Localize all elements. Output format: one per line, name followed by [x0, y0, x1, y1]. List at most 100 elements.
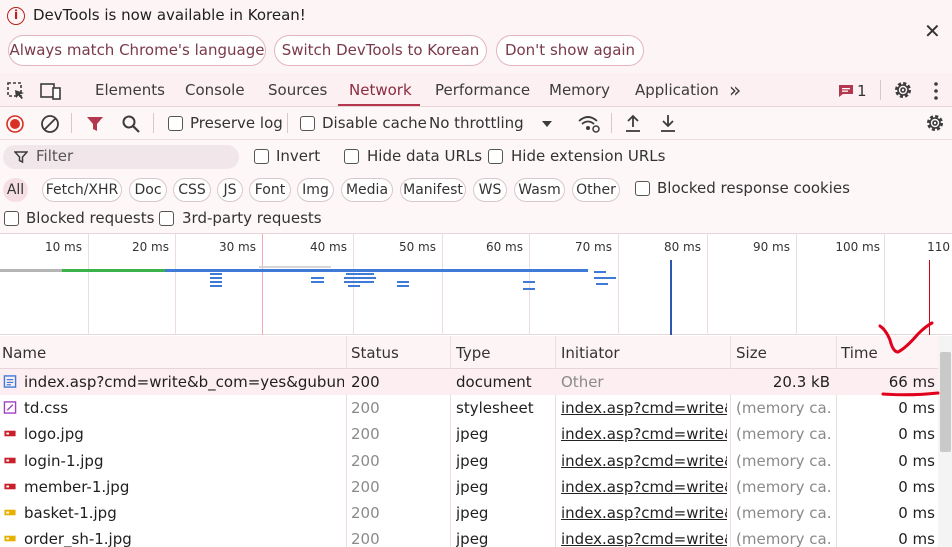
- request-type: jpeg: [456, 504, 489, 522]
- blocked-requests-label[interactable]: Blocked requests: [26, 209, 154, 227]
- request-size: (memory ca...: [736, 399, 830, 418]
- request-initiator[interactable]: index.asp?cmd=write&b: [561, 452, 727, 470]
- network-settings-gear-icon[interactable]: [925, 113, 945, 133]
- type-filter-media[interactable]: Media: [341, 178, 393, 202]
- waterfall-bar: [523, 288, 535, 290]
- devtools-tabbar: Elements Console Sources Network Perform…: [0, 73, 952, 107]
- import-har-icon[interactable]: [624, 113, 642, 133]
- table-row[interactable]: member-1.jpg 200 jpeg index.asp?cmd=write&b…: [0, 474, 938, 500]
- request-name: login-1.jpg: [24, 451, 104, 470]
- invert-checkbox[interactable]: [254, 149, 269, 164]
- column-header-initiator[interactable]: Initiator: [561, 344, 620, 362]
- image-icon: [4, 431, 16, 437]
- info-icon: i: [7, 7, 25, 25]
- type-filter-ws[interactable]: WS: [473, 178, 507, 202]
- request-name: member-1.jpg: [24, 477, 130, 496]
- export-har-icon[interactable]: [659, 113, 677, 133]
- table-row[interactable]: order_sh-1.jpg 200 jpeg index.asp?cmd=write…: [0, 526, 938, 547]
- search-icon[interactable]: [121, 114, 141, 134]
- table-row[interactable]: logo.jpg 200 jpeg index.asp?cmd=write&b (mem…: [0, 421, 938, 447]
- hide-data-urls-label[interactable]: Hide data URLs: [367, 147, 482, 165]
- tab-performance[interactable]: Performance: [435, 81, 530, 99]
- blocked-response-cookies-label[interactable]: Blocked response cookies: [657, 179, 850, 197]
- request-initiator[interactable]: index.asp?cmd=write&b: [561, 399, 727, 417]
- disable-cache-label[interactable]: Disable cache: [322, 114, 427, 132]
- waterfall-bar: [344, 277, 376, 279]
- blocked-response-cookies-checkbox[interactable]: [635, 181, 650, 196]
- kebab-menu-icon[interactable]: [932, 81, 940, 101]
- issues-icon[interactable]: [838, 84, 854, 98]
- type-filter-js[interactable]: JS: [217, 178, 243, 202]
- more-tabs-icon[interactable]: »: [729, 78, 741, 102]
- tab-memory[interactable]: Memory: [549, 81, 610, 99]
- tab-console[interactable]: Console: [185, 81, 245, 99]
- tab-elements[interactable]: Elements: [95, 81, 165, 99]
- waterfall-bar: [344, 281, 374, 283]
- request-initiator[interactable]: index.asp?cmd=write&b: [561, 530, 727, 547]
- settings-gear-icon[interactable]: [893, 80, 913, 100]
- type-filter-font[interactable]: Font: [249, 178, 291, 202]
- clear-icon[interactable]: [40, 114, 60, 134]
- request-initiator[interactable]: index.asp?cmd=write&b: [561, 504, 727, 522]
- always-match-language-button[interactable]: Always match Chrome's language: [8, 35, 266, 66]
- column-header-name[interactable]: Name: [2, 344, 46, 362]
- close-icon[interactable]: ✕: [924, 19, 941, 43]
- table-row[interactable]: basket-1.jpg 200 jpeg index.asp?cmd=write&b…: [0, 500, 938, 526]
- request-initiator[interactable]: index.asp?cmd=write&b: [561, 478, 727, 496]
- throttling-select[interactable]: No throttling: [429, 114, 524, 132]
- invert-label[interactable]: Invert: [276, 147, 320, 165]
- inspect-element-icon[interactable]: [6, 81, 26, 101]
- scrollbar-thumb[interactable]: [940, 352, 951, 452]
- filter-input[interactable]: Filter: [3, 145, 239, 169]
- hide-data-urls-checkbox[interactable]: [344, 149, 359, 164]
- request-status: 200: [351, 504, 380, 522]
- filter-funnel-icon[interactable]: [86, 115, 104, 133]
- type-filter-all[interactable]: All: [3, 178, 28, 202]
- request-time: 0 ms: [898, 477, 935, 496]
- disable-cache-checkbox[interactable]: [300, 116, 315, 131]
- switch-to-korean-button[interactable]: Switch DevTools to Korean: [274, 35, 487, 66]
- issues-count[interactable]: 1: [857, 82, 867, 100]
- tab-sources[interactable]: Sources: [268, 81, 327, 99]
- column-header-status[interactable]: Status: [351, 344, 399, 362]
- request-initiator: Other: [561, 373, 604, 391]
- request-initiator[interactable]: index.asp?cmd=write&b: [561, 425, 727, 443]
- hide-extension-urls-label[interactable]: Hide extension URLs: [511, 147, 665, 165]
- column-header-type[interactable]: Type: [456, 344, 490, 362]
- timeline-tick-label: 80 ms: [663, 240, 701, 254]
- type-filter-doc[interactable]: Doc: [129, 178, 167, 202]
- request-size: (memory ca...: [736, 425, 830, 444]
- timeline-gridline: [88, 234, 89, 335]
- type-filter-other[interactable]: Other: [572, 178, 620, 202]
- waterfall-bar: [210, 285, 222, 287]
- tab-application[interactable]: Application: [635, 81, 719, 99]
- waterfall-bar: [397, 285, 409, 287]
- column-header-time[interactable]: Time: [841, 344, 878, 362]
- type-filter-fetch-xhr[interactable]: Fetch/XHR: [42, 178, 122, 202]
- table-row[interactable]: index.asp?cmd=write&b_com=yes&gubun=... 2…: [0, 369, 938, 395]
- tab-network[interactable]: Network: [349, 81, 412, 99]
- preserve-log-checkbox[interactable]: [168, 116, 183, 131]
- record-stop-icon[interactable]: [6, 115, 24, 133]
- device-toolbar-icon[interactable]: [39, 81, 63, 101]
- timeline-gridline: [884, 234, 885, 335]
- dont-show-again-button[interactable]: Don't show again: [496, 35, 644, 66]
- third-party-requests-checkbox[interactable]: [159, 211, 174, 226]
- table-row[interactable]: login-1.jpg 200 jpeg index.asp?cmd=write&b (…: [0, 448, 938, 474]
- type-filter-manifest[interactable]: Manifest: [400, 178, 466, 202]
- network-conditions-icon[interactable]: [577, 114, 601, 134]
- type-filter-wasm[interactable]: Wasm: [514, 178, 565, 202]
- timeline-gridline: [529, 234, 530, 335]
- column-header-size[interactable]: Size: [736, 344, 767, 362]
- network-overview-timeline[interactable]: 10 ms 20 ms 30 ms 40 ms 50 ms 60 ms 70 m…: [0, 234, 952, 335]
- third-party-requests-label[interactable]: 3rd-party requests: [182, 209, 322, 227]
- load-event-marker: [929, 260, 930, 335]
- timeline-tick-label: 20 ms: [131, 240, 169, 254]
- hide-extension-urls-checkbox[interactable]: [488, 149, 503, 164]
- type-filter-img[interactable]: Img: [297, 178, 334, 202]
- type-filter-css[interactable]: CSS: [173, 178, 211, 202]
- chevron-down-icon[interactable]: [541, 119, 553, 129]
- preserve-log-label[interactable]: Preserve log: [190, 114, 283, 132]
- table-row[interactable]: td.css 200 stylesheet index.asp?cmd=write&b…: [0, 395, 938, 421]
- blocked-requests-checkbox[interactable]: [4, 211, 19, 226]
